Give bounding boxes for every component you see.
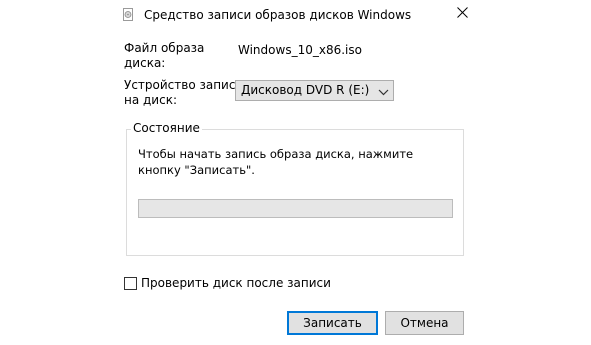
image-file-label: Файл образа диска: bbox=[124, 41, 204, 71]
close-button[interactable] bbox=[446, 0, 478, 28]
disc-image-icon bbox=[123, 8, 133, 21]
image-file-name: Windows_10_x86.iso bbox=[238, 43, 362, 57]
burner-label: Устройство записи на диск: bbox=[124, 78, 243, 108]
chevron-down-icon bbox=[378, 86, 389, 96]
window-title: Средство записи образов дисков Windows bbox=[144, 8, 412, 22]
status-legend: Состояние bbox=[131, 121, 202, 136]
cancel-button[interactable]: Отмена bbox=[385, 311, 464, 335]
disc-image-burner-window: Средство записи образов дисков Windows Ф… bbox=[0, 0, 591, 345]
burner-dropdown[interactable]: Дисковод DVD R (E:) bbox=[235, 80, 394, 101]
burn-progress-bar bbox=[138, 199, 453, 218]
verify-checkbox[interactable] bbox=[124, 277, 137, 290]
verify-checkbox-label[interactable]: Проверить диск после записи bbox=[141, 276, 331, 291]
close-icon bbox=[456, 7, 468, 21]
burner-dropdown-value: Дисковод DVD R (E:) bbox=[241, 83, 370, 97]
cancel-button-label: Отмена bbox=[400, 316, 449, 330]
burn-button[interactable]: Записать bbox=[287, 311, 378, 335]
title-bar: Средство записи образов дисков Windows bbox=[0, 0, 591, 30]
status-message: Чтобы начать запись образа диска, нажмит… bbox=[138, 147, 414, 177]
image-file-label-text: Файл образа диска: bbox=[124, 41, 205, 70]
burner-label-text: Устройство записи на диск: bbox=[124, 78, 244, 107]
burn-button-label: Записать bbox=[303, 316, 362, 330]
